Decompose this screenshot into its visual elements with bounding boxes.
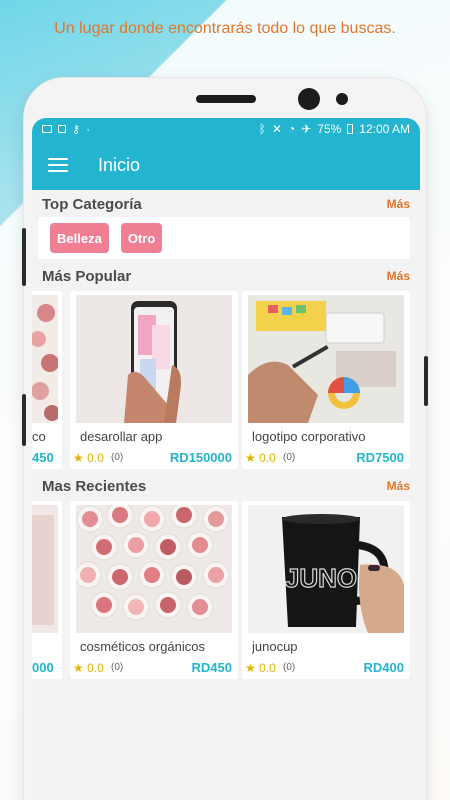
app-screen: ⚷ · ᛒ ✕ ◔ ✈ 75% 12:00 AM Inicio Top Cate… xyxy=(32,118,420,800)
main-content: Top Categoría Más Belleza Otro Más Popul… xyxy=(32,191,420,679)
product-title: desarollar app xyxy=(80,429,163,444)
more-link[interactable]: Más xyxy=(387,197,410,211)
review-count: (0) xyxy=(283,662,296,673)
review-count: (0) xyxy=(283,452,296,463)
battery-icon xyxy=(347,124,354,134)
key-icon: ⚷ xyxy=(72,123,81,136)
speaker-grille xyxy=(196,95,256,103)
product-image xyxy=(248,295,404,423)
image-notification-icon xyxy=(42,125,52,133)
phone-frame: ⚷ · ᛒ ✕ ◔ ✈ 75% 12:00 AM Inicio Top Cate… xyxy=(22,78,428,800)
popular-carousel[interactable]: co 450 desarollar app ★ 0.0 (0) RD150000… xyxy=(32,291,420,469)
menu-icon[interactable] xyxy=(48,158,68,172)
mug-logo: JUNO xyxy=(285,563,357,593)
section-title: Mas Recientes xyxy=(42,477,147,495)
airplane-icon: ✈ xyxy=(301,122,312,136)
product-price: RD450 xyxy=(191,660,232,675)
section-title: Top Categoría xyxy=(42,195,142,213)
rating-value: 0.0 xyxy=(259,451,276,465)
top-categories-header: Top Categoría Más xyxy=(32,191,420,217)
front-camera xyxy=(298,88,320,110)
recent-header: Mas Recientes Más xyxy=(32,473,420,499)
power-button xyxy=(424,356,428,406)
section-title: Más Popular xyxy=(42,267,132,285)
product-card[interactable]: desarollar app ★ 0.0 (0) RD150000 xyxy=(70,291,238,469)
product-card-partial[interactable]: 000 xyxy=(32,501,62,679)
rating: ★ 0.0 xyxy=(73,661,104,675)
battery-percent: 75% xyxy=(317,122,342,136)
product-price: RD400 xyxy=(363,660,404,675)
bluetooth-icon: ᛒ xyxy=(258,122,266,136)
more-link[interactable]: Más xyxy=(387,479,410,493)
recent-carousel[interactable]: 000 cosméticos orgánicos ★ 0.0 (0) RD450… xyxy=(32,501,420,679)
product-title: cosméticos orgánicos xyxy=(80,639,205,654)
product-card[interactable]: JUNO junocup ★ 0.0 (0) RD400 xyxy=(242,501,410,679)
product-card-partial[interactable]: co 450 xyxy=(32,291,62,469)
notification-icon xyxy=(58,125,66,133)
page-title: Inicio xyxy=(98,154,141,175)
product-image xyxy=(76,505,232,633)
rating-value: 0.0 xyxy=(87,661,104,675)
mute-icon: ✕ xyxy=(271,122,282,136)
review-count: (0) xyxy=(111,662,124,673)
wifi-icon: ◔ xyxy=(287,122,296,136)
product-title: co xyxy=(32,429,46,444)
rating-value: 0.0 xyxy=(87,451,104,465)
product-image xyxy=(76,295,232,423)
category-chip-otro[interactable]: Otro xyxy=(120,223,163,253)
product-price: 450 xyxy=(32,450,54,465)
category-chip-belleza[interactable]: Belleza xyxy=(50,223,109,253)
category-list: Belleza Otro xyxy=(38,217,410,259)
product-image xyxy=(32,295,58,423)
app-bar: Inicio xyxy=(32,140,420,190)
product-price: RD150000 xyxy=(169,450,232,465)
product-price: 000 xyxy=(32,660,54,675)
rating: ★ 0.0 xyxy=(73,451,104,465)
product-title: logotipo corporativo xyxy=(252,429,366,444)
rating-value: 0.0 xyxy=(259,661,276,675)
tagline: Un lugar donde encontrarás todo lo que b… xyxy=(54,20,396,37)
proximity-sensor xyxy=(336,93,348,105)
rating: ★ 0.0 xyxy=(245,661,276,675)
product-image xyxy=(32,505,58,633)
rating: ★ 0.0 xyxy=(245,451,276,465)
product-image: JUNO xyxy=(248,505,404,633)
product-card[interactable]: cosméticos orgánicos ★ 0.0 (0) RD450 xyxy=(70,501,238,679)
product-card[interactable]: logotipo corporativo ★ 0.0 (0) RD7500 xyxy=(242,291,410,469)
product-title: junocup xyxy=(252,639,298,654)
clock: 12:00 AM xyxy=(359,122,410,136)
volume-button-lower xyxy=(22,394,26,446)
dot-icon: · xyxy=(86,122,91,136)
product-price: RD7500 xyxy=(356,450,404,465)
popular-header: Más Popular Más xyxy=(32,263,420,289)
review-count: (0) xyxy=(111,452,124,463)
more-link[interactable]: Más xyxy=(387,269,410,283)
volume-button xyxy=(22,228,26,286)
status-bar: ⚷ · ᛒ ✕ ◔ ✈ 75% 12:00 AM xyxy=(32,118,420,140)
